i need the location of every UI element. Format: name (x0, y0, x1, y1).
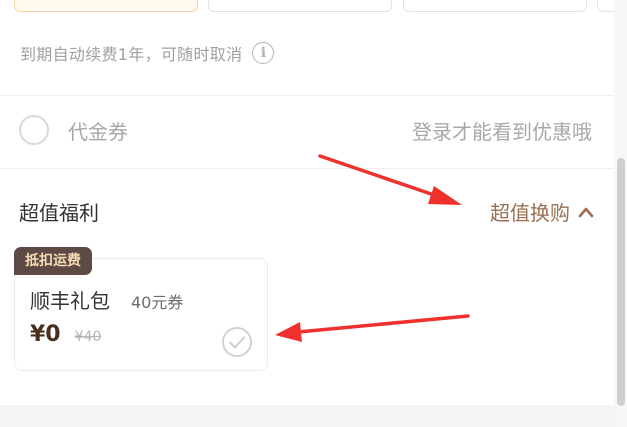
page-root: 到期自动续费1年，可随时取消 i 代金券 登录才能看到优惠哦 超值福利 超值换购… (0, 0, 627, 427)
upsell-toggle-label: 超值换购 (490, 201, 570, 225)
section-separator (0, 405, 614, 427)
product-original-price: ¥40 (74, 329, 102, 345)
benefits-title: 超值福利 (19, 201, 99, 225)
plan-option[interactable] (403, 0, 587, 12)
voucher-row[interactable]: 代金券 登录才能看到优惠哦 (0, 96, 614, 166)
voucher-label: 代金券 (68, 120, 128, 144)
divider (0, 168, 614, 169)
price-row: ¥0 ¥40 (30, 322, 101, 347)
product-price: ¥0 (30, 322, 61, 347)
auto-renew-notice: 到期自动续费1年，可随时取消 i (20, 40, 275, 66)
shipping-deduction-badge: 抵扣运费 (14, 247, 92, 275)
voucher-radio[interactable] (19, 115, 49, 145)
info-icon[interactable]: i (252, 42, 275, 64)
check-circle-icon[interactable] (221, 326, 253, 358)
product-name: 顺丰礼包 (30, 289, 110, 313)
voucher-login-hint[interactable]: 登录才能看到优惠哦 (412, 116, 592, 145)
product-coupon-note: 40元券 (131, 293, 184, 312)
annotation-arrow (275, 314, 470, 342)
plan-option[interactable] (208, 0, 392, 12)
chevron-up-icon (578, 207, 594, 217)
auto-renew-text: 到期自动续费1年，可随时取消 (20, 45, 243, 64)
plan-option-selected[interactable] (14, 0, 198, 12)
scrollbar-thumb[interactable] (617, 158, 625, 406)
upsell-toggle-button[interactable]: 超值换购 (490, 197, 594, 226)
